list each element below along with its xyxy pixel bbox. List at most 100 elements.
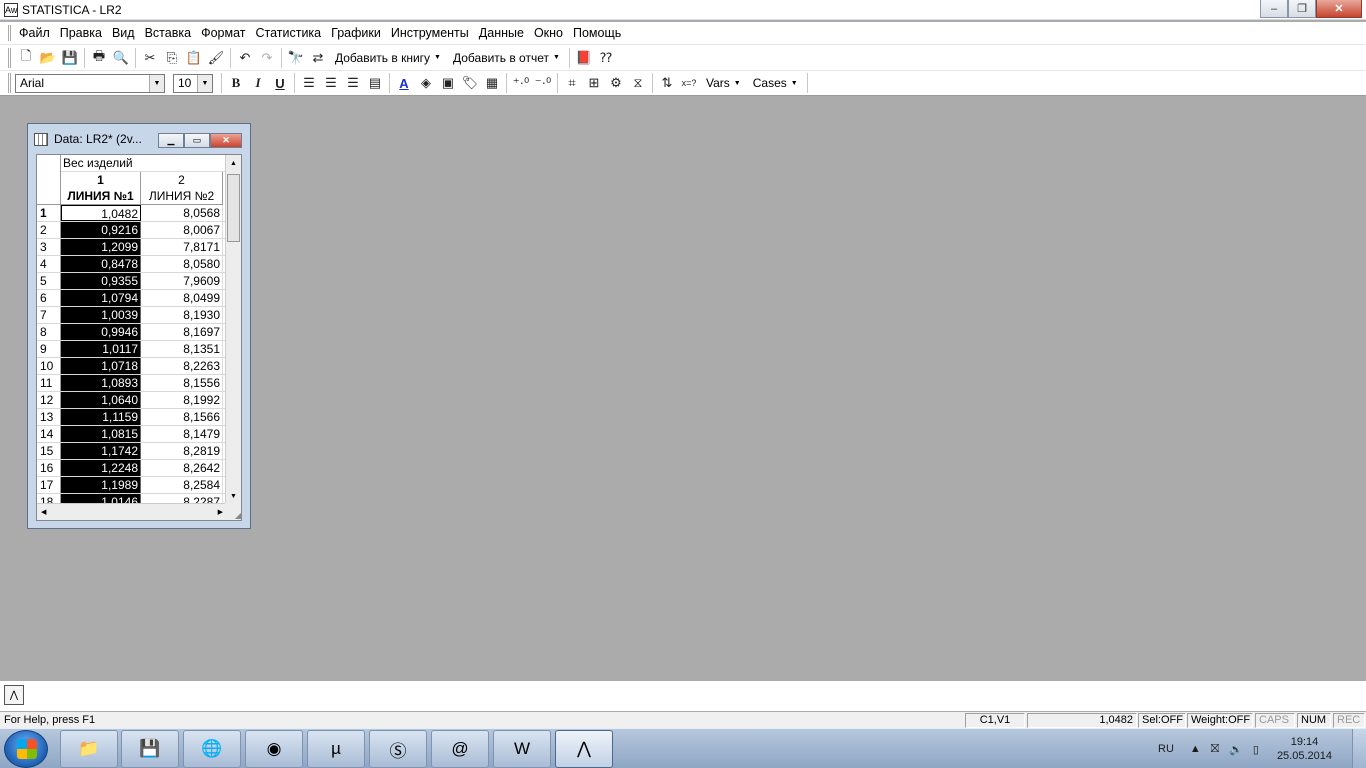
format-painter-icon[interactable]: 🖌 — [205, 47, 227, 69]
table-cell[interactable]: 1,0482 — [61, 205, 141, 221]
row-header[interactable]: 4 — [37, 256, 61, 272]
language-indicator[interactable]: RU — [1158, 743, 1174, 755]
table-row[interactable]: 4 0,8478 8,0580 — [37, 256, 227, 273]
start-button[interactable] — [4, 730, 48, 768]
font-size-combo[interactable]: 10 ▼ — [173, 73, 213, 93]
table-row[interactable]: 8 0,9946 8,1697 — [37, 324, 227, 341]
table-cell[interactable]: 8,2584 — [141, 477, 223, 493]
vertical-scrollbar[interactable]: ▲ ▼ — [225, 155, 241, 504]
globe-icon[interactable]: 🌐 — [183, 730, 241, 768]
table-cell[interactable]: 8,1566 — [141, 409, 223, 425]
settings-icon[interactable]: ⚙ — [605, 72, 627, 94]
vars-menu-button[interactable]: Vars ▼ — [700, 76, 747, 90]
scroll-thumb[interactable] — [227, 174, 240, 242]
table-cell[interactable]: 1,2099 — [61, 239, 141, 255]
data-window[interactable]: Data: LR2* (2v... ▁ ▭ ✕ Вес изделий 1 ЛИ… — [27, 123, 251, 529]
table-row[interactable]: 7 1,0039 8,1930 — [37, 307, 227, 324]
replace-icon[interactable]: ⇄ — [307, 47, 329, 69]
toolbar-grip[interactable] — [8, 73, 11, 93]
toolbar-grip[interactable] — [8, 47, 11, 68]
variable-specs-icon[interactable]: ⌗ — [561, 72, 583, 94]
table-cell[interactable]: 8,1697 — [141, 324, 223, 340]
align-center-icon[interactable]: ☰ — [320, 72, 342, 94]
select-all-corner[interactable] — [37, 155, 61, 205]
data-window-titlebar[interactable]: Data: LR2* (2v... ▁ ▭ ✕ — [28, 124, 250, 154]
paste-icon[interactable]: 📋 — [183, 47, 205, 69]
row-header[interactable]: 14 — [37, 426, 61, 442]
horizontal-scrollbar[interactable]: ◀ ▶ — [37, 503, 227, 520]
selection-conditions-icon[interactable]: x=? — [678, 72, 700, 94]
tag-icon[interactable]: 🏷 — [459, 72, 481, 94]
row-header[interactable]: 2 — [37, 222, 61, 238]
add-to-report-button[interactable]: Добавить в отчет ▼ — [447, 51, 566, 65]
minimized-window-icon[interactable]: ⋀ — [4, 685, 24, 705]
skype-icon[interactable]: Ⓢ — [369, 730, 427, 768]
word-icon[interactable]: W — [493, 730, 551, 768]
table-cell[interactable]: 1,0815 — [61, 426, 141, 442]
data-window-maximize-button[interactable]: ▭ — [184, 133, 210, 148]
minimize-button[interactable]: ‒ — [1260, 0, 1288, 18]
scroll-up-icon[interactable]: ▲ — [226, 155, 241, 171]
table-cell[interactable]: 8,1479 — [141, 426, 223, 442]
bold-button[interactable]: B — [225, 72, 247, 94]
row-header[interactable]: 11 — [37, 375, 61, 391]
table-cell[interactable]: 1,0117 — [61, 341, 141, 357]
mail-agent-icon[interactable]: @ — [431, 730, 489, 768]
table-row[interactable]: 12 1,0640 8,1992 — [37, 392, 227, 409]
table-cell[interactable]: 0,9216 — [61, 222, 141, 238]
fill-color-icon[interactable]: ◈ — [415, 72, 437, 94]
row-header[interactable]: 17 — [37, 477, 61, 493]
table-cell[interactable]: 1,0640 — [61, 392, 141, 408]
new-icon[interactable]: 🗋 — [15, 47, 37, 69]
column-header-2[interactable]: 2 ЛИНИЯ №2 — [141, 172, 223, 205]
table-cell[interactable]: 8,1556 — [141, 375, 223, 391]
table-row[interactable]: 14 1,0815 8,1479 — [37, 426, 227, 443]
scroll-down-icon[interactable]: ▼ — [226, 488, 241, 504]
table-cell[interactable]: 8,0499 — [141, 290, 223, 306]
menu-window[interactable]: Окно — [530, 26, 569, 40]
menu-insert[interactable]: Вставка — [141, 26, 197, 40]
table-row[interactable]: 15 1,1742 8,2819 — [37, 443, 227, 460]
explorer-icon[interactable]: 📁 — [60, 730, 118, 768]
open-icon[interactable]: 📂 — [37, 47, 59, 69]
row-header[interactable]: 6 — [37, 290, 61, 306]
table-row[interactable]: 11 1,0893 8,1556 — [37, 375, 227, 392]
table-cell[interactable]: 7,8171 — [141, 239, 223, 255]
increase-decimal-icon[interactable]: ⁺·⁰ — [510, 72, 532, 94]
table-cell[interactable]: 1,1742 — [61, 443, 141, 459]
number-format-icon[interactable]: ▤ — [364, 72, 386, 94]
table-cell[interactable]: 8,2642 — [141, 460, 223, 476]
chevron-down-icon[interactable]: ▼ — [149, 74, 164, 92]
row-header[interactable]: 5 — [37, 273, 61, 289]
table-row[interactable]: 6 1,0794 8,0499 — [37, 290, 227, 307]
battery-icon[interactable]: ▯ — [1253, 743, 1259, 756]
menu-graphs[interactable]: Графики — [327, 26, 387, 40]
size-grip-icon[interactable]: ◢ — [225, 503, 241, 520]
cases-menu-button[interactable]: Cases ▼ — [747, 76, 804, 90]
print-icon[interactable]: 🖶 — [88, 47, 110, 69]
menu-tools[interactable]: Инструменты — [387, 26, 475, 40]
align-left-icon[interactable]: ☰ — [298, 72, 320, 94]
menu-format[interactable]: Формат — [197, 26, 251, 40]
copy-icon[interactable]: ⎘ — [161, 47, 183, 69]
chrome-icon[interactable]: ◉ — [245, 730, 303, 768]
table-cell[interactable]: 0,9946 — [61, 324, 141, 340]
table-row[interactable]: 1 1,0482 8,0568 — [37, 205, 227, 222]
table-cell[interactable]: 1,2248 — [61, 460, 141, 476]
table-cell[interactable]: 1,0794 — [61, 290, 141, 306]
row-header[interactable]: 8 — [37, 324, 61, 340]
data-window-close-button[interactable]: ✕ — [210, 133, 242, 148]
spreadsheet[interactable]: Вес изделий 1 ЛИНИЯ №1 2 ЛИНИЯ №2 1 1,048… — [36, 154, 242, 521]
menu-data[interactable]: Данные — [475, 26, 530, 40]
scroll-right-icon[interactable]: ▶ — [218, 508, 223, 516]
table-cell[interactable]: 1,0893 — [61, 375, 141, 391]
help-book-icon[interactable]: 📕 — [573, 47, 595, 69]
table-cell[interactable]: 0,9355 — [61, 273, 141, 289]
table-cell[interactable]: 1,0039 — [61, 307, 141, 323]
utorrent-icon[interactable]: µ — [307, 730, 365, 768]
sort-icon[interactable]: ⇅ — [656, 72, 678, 94]
print-preview-icon[interactable]: 🔍 — [110, 47, 132, 69]
table-row[interactable]: 17 1,1989 8,2584 — [37, 477, 227, 494]
chevron-down-icon[interactable]: ▼ — [197, 74, 212, 92]
row-header[interactable]: 7 — [37, 307, 61, 323]
